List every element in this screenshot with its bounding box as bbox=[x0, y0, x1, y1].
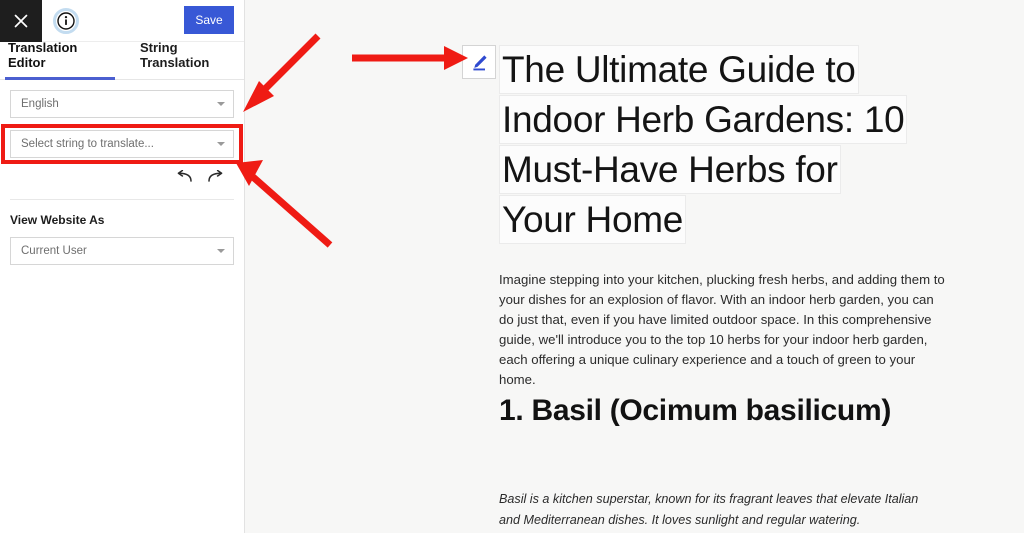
page-title-line: Must-Have Herbs for bbox=[499, 145, 959, 194]
intro-paragraph: Imagine stepping into your kitchen, pluc… bbox=[499, 272, 945, 387]
tab-translation-editor[interactable]: Translation Editor bbox=[5, 40, 115, 80]
page-title-line: Indoor Herb Gardens: 10 bbox=[499, 95, 959, 144]
string-select-value: Select string to translate... bbox=[21, 138, 154, 150]
string-select-wrapper: Select string to translate... bbox=[1, 124, 243, 164]
page-title-line-3: Must-Have Herbs for bbox=[499, 145, 841, 194]
view-website-as-label: View Website As bbox=[10, 213, 105, 227]
sidebar-divider bbox=[10, 199, 234, 200]
page-title-line: Your Home bbox=[499, 195, 959, 244]
language-select[interactable]: English bbox=[10, 90, 234, 118]
page-title-line-4: Your Home bbox=[499, 195, 687, 244]
save-button[interactable]: Save bbox=[184, 6, 234, 34]
page-title-line: The Ultimate Guide to bbox=[499, 45, 959, 94]
tab-translation-editor-label: Translation Editor bbox=[8, 40, 78, 70]
chevron-down-icon bbox=[217, 249, 225, 253]
page-title-line-1: The Ultimate Guide to bbox=[499, 45, 859, 94]
pencil-edit-icon[interactable] bbox=[462, 45, 496, 79]
sidebar-topbar: Save bbox=[0, 0, 244, 42]
language-select-value: English bbox=[21, 98, 59, 110]
string-select[interactable]: Select string to translate... bbox=[10, 130, 234, 158]
close-icon[interactable] bbox=[0, 0, 42, 42]
sidebar-body: English Select string to translate... Vi… bbox=[0, 80, 244, 275]
save-button-label: Save bbox=[195, 13, 223, 27]
chevron-down-icon bbox=[217, 102, 225, 106]
view-website-as-select[interactable]: Current User bbox=[10, 237, 234, 265]
view-website-as-value: Current User bbox=[21, 245, 87, 257]
info-circle-icon[interactable] bbox=[53, 8, 79, 34]
tab-string-translation-label: String Translation bbox=[140, 40, 210, 70]
tab-string-translation[interactable]: String Translation bbox=[140, 40, 244, 79]
undo-arrow-icon[interactable] bbox=[176, 169, 193, 188]
chevron-down-icon bbox=[217, 142, 225, 146]
sidebar-tabs: Translation Editor String Translation bbox=[0, 40, 244, 80]
page-preview: The Ultimate Guide to Indoor Herb Garden… bbox=[245, 0, 1024, 533]
app-root: Save Translation Editor String Translati… bbox=[0, 0, 1024, 533]
page-title: The Ultimate Guide to Indoor Herb Garden… bbox=[499, 45, 959, 245]
section-paragraph: Basil is a kitchen superstar, known for … bbox=[499, 492, 919, 527]
history-controls bbox=[10, 169, 234, 188]
redo-arrow-icon[interactable] bbox=[207, 169, 224, 188]
translation-sidebar: Save Translation Editor String Translati… bbox=[0, 0, 245, 533]
section-heading: 1. Basil (Ocimum basilicum) bbox=[499, 394, 892, 427]
page-title-line-2: Indoor Herb Gardens: 10 bbox=[499, 95, 908, 144]
